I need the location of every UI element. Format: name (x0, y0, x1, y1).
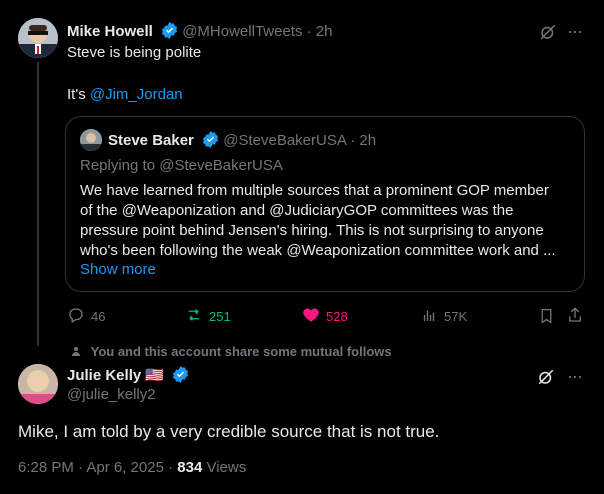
repost-count: 251 (209, 309, 231, 324)
reply-views-count: 834 (177, 459, 203, 476)
mention-link[interactable]: @Jim_Jordan (90, 86, 183, 103)
avatar-julie-kelly[interactable] (18, 364, 58, 404)
quote-author-handle[interactable]: @SteveBakerUSA (223, 132, 346, 149)
reply-button[interactable]: 46 (67, 306, 105, 327)
repost-button[interactable]: 251 (185, 306, 231, 327)
quote-body-line: who's been following the weak @Weaponiza… (80, 242, 556, 259)
show-more-link[interactable]: Show more (80, 261, 156, 278)
like-count: 528 (326, 309, 348, 324)
quote-body-line: of the @Weaponization and @JudiciaryGOP … (80, 202, 514, 219)
author-handle[interactable]: @MHowellTweets (182, 23, 302, 40)
quote-body-line: pressure point behind Jensen's hiring. T… (80, 222, 544, 239)
replying-to: Replying to @SteveBakerUSA (80, 157, 283, 174)
reply-meta: 6:28 PM · Apr 6, 2025 · 834 Views (18, 459, 246, 476)
post-text-line2: It's @Jim_Jordan (67, 86, 183, 103)
verified-badge-icon (168, 366, 189, 384)
grok-icon[interactable] (539, 23, 557, 46)
post-header: Mike Howell @MHowellTweets · 2h (67, 22, 333, 40)
avatar-mike-howell[interactable] (18, 18, 58, 58)
thread-line (37, 62, 39, 346)
more-options-icon[interactable]: ··· (567, 366, 583, 387)
quote-body: We have learned from multiple sources th… (80, 181, 556, 261)
views-button[interactable]: 57K (420, 306, 467, 327)
quote-body-line: We have learned from multiple sources th… (80, 182, 549, 199)
bookmark-icon[interactable] (538, 307, 555, 330)
post-time[interactable]: · 2h (307, 23, 333, 40)
share-icon[interactable] (566, 306, 584, 329)
us-flag-icon: 🇺🇸 (145, 367, 165, 384)
like-button[interactable]: 528 (302, 306, 348, 327)
post-text-line1: Steve is being polite (67, 44, 202, 61)
reply-text: Mike, I am told by a very credible sourc… (18, 422, 440, 441)
verified-badge-icon (198, 131, 223, 149)
reply-author-name[interactable]: Julie Kelly (67, 367, 141, 384)
verified-badge-icon (157, 22, 182, 40)
post-text-prefix: It's (67, 86, 90, 103)
analytics-icon (420, 306, 438, 327)
mutual-follows-notice: You and this account share some mutual f… (70, 344, 392, 359)
more-options-icon[interactable]: ··· (567, 21, 583, 42)
reply-header: Julie Kelly 🇺🇸 (67, 366, 189, 384)
person-icon (70, 344, 86, 359)
reply-views-label: Views (202, 459, 247, 476)
mutual-follows-text: You and this account share some mutual f… (90, 344, 392, 359)
reply-icon (67, 306, 85, 327)
repost-icon (185, 306, 203, 327)
reply-author-handle[interactable]: @julie_kelly2 (67, 386, 156, 403)
views-count: 57K (444, 309, 468, 324)
quote-author-name[interactable]: Steve Baker (108, 132, 194, 149)
heart-icon (302, 306, 320, 327)
avatar-steve-baker[interactable] (80, 129, 102, 151)
quote-header: Steve Baker @SteveBakerUSA · 2h (108, 131, 376, 149)
quote-time[interactable]: · 2h (350, 132, 376, 149)
reply-count: 46 (91, 309, 106, 324)
grok-icon[interactable] (537, 368, 555, 391)
reply-timestamp[interactable]: 6:28 PM · Apr 6, 2025 · (18, 459, 177, 476)
author-name[interactable]: Mike Howell (67, 23, 153, 40)
